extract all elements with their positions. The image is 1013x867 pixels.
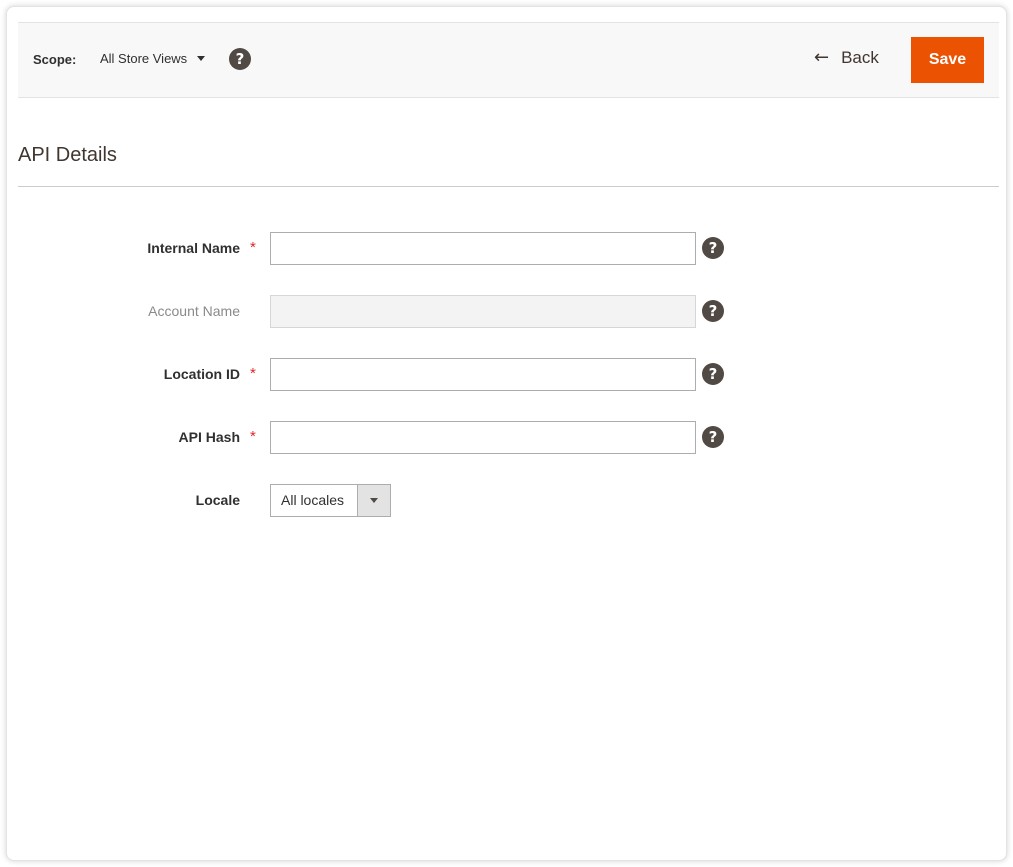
section-divider [18,186,999,187]
save-button[interactable]: Save [911,37,984,83]
page-actions-toolbar: Scope: All Store Views ? ← Back Save [18,22,999,98]
back-label: Back [841,48,879,67]
help-icon[interactable]: ? [229,48,251,70]
field-locale: Locale All locales [7,484,1006,518]
locale-select[interactable]: All locales [270,484,391,517]
location-id-input[interactable] [270,358,696,391]
scope-label: Scope: [33,52,77,67]
select-toggle[interactable] [357,485,390,516]
back-button[interactable]: ← Back [814,48,879,68]
help-icon[interactable]: ? [702,237,724,259]
caret-down-icon [197,56,206,61]
scope-value: All Store Views [100,51,188,66]
location-id-label: Location ID [163,366,240,382]
account-name-label: Account Name [148,303,240,319]
field-account-name: Account Name ? [7,295,1006,329]
arrow-left-icon: ← [814,47,830,68]
help-icon[interactable]: ? [702,300,724,322]
scope-switcher[interactable]: All Store Views [100,51,206,66]
internal-name-label: Internal Name [147,240,240,256]
locale-label: Locale [195,492,240,508]
locale-selected-value: All locales [281,492,345,508]
section-title: API Details [18,144,117,166]
field-internal-name: Internal Name * ? [7,232,1006,266]
page-frame: Scope: All Store Views ? ← Back Save API… [6,6,1007,861]
caret-down-icon [370,498,378,503]
help-icon[interactable]: ? [702,426,724,448]
field-api-hash: API Hash * ? [7,421,1006,455]
required-marker: * [250,365,256,382]
account-name-input [270,295,696,328]
field-location-id: Location ID * ? [7,358,1006,392]
help-icon[interactable]: ? [702,363,724,385]
api-hash-input[interactable] [270,421,696,454]
required-marker: * [250,428,256,445]
internal-name-input[interactable] [270,232,696,265]
required-marker: * [250,239,256,256]
api-hash-label: API Hash [178,429,240,445]
